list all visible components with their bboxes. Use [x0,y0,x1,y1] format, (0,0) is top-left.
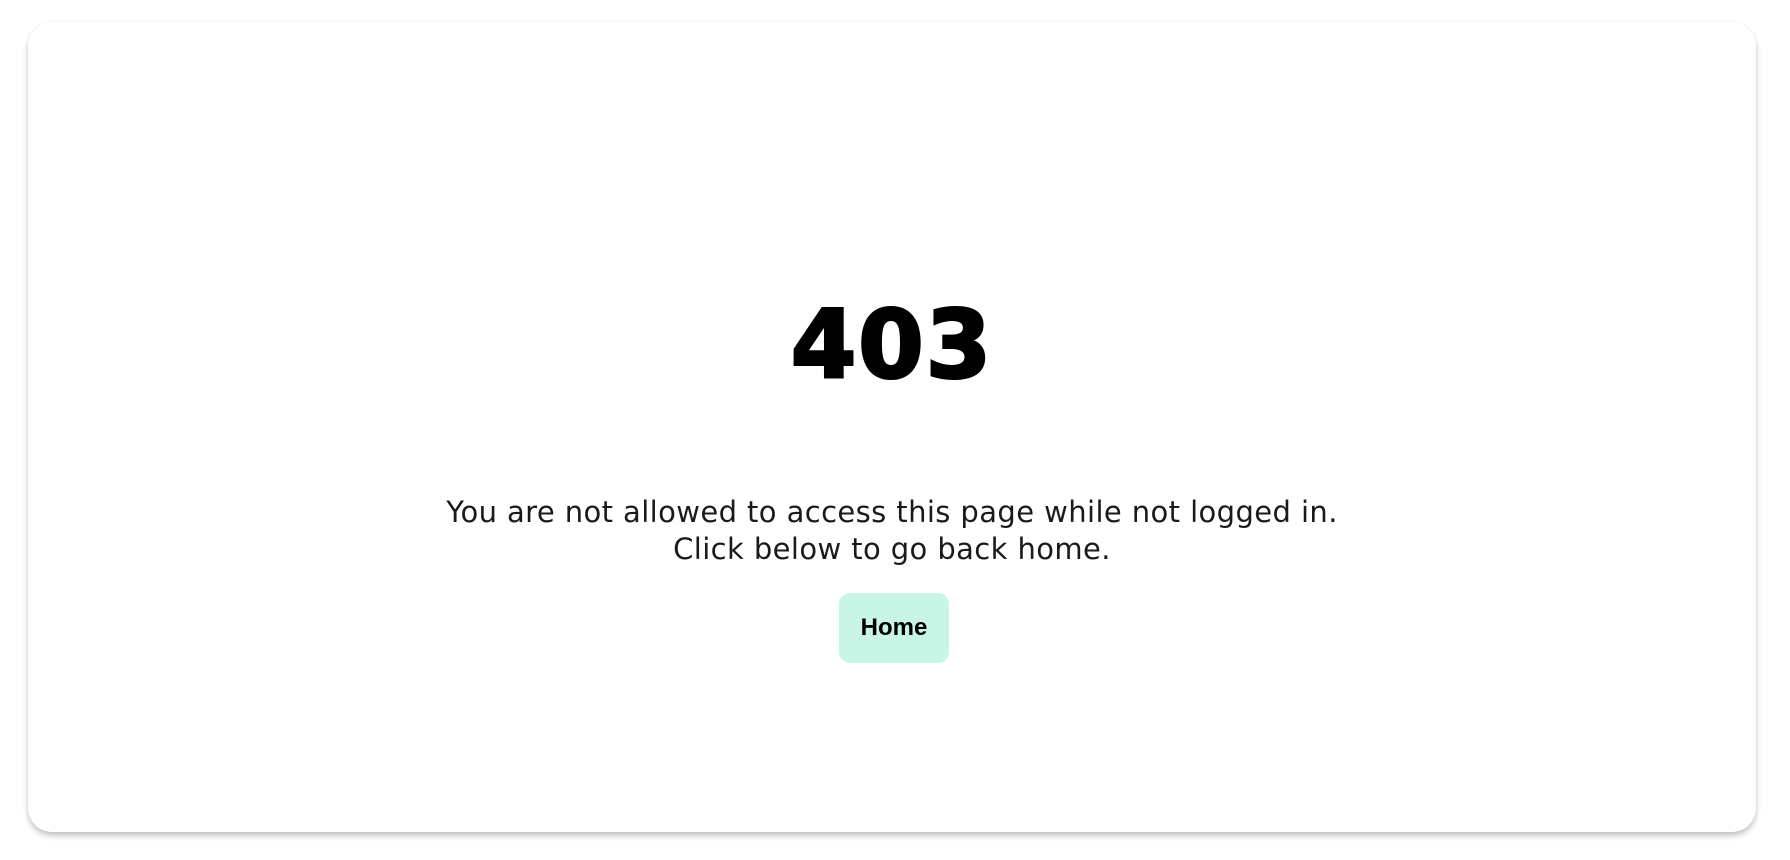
error-message-line-2: Click below to go back home. [673,532,1111,566]
error-message-line-1: You are not allowed to access this page … [446,495,1338,529]
error-message: You are not allowed to access this page … [28,494,1756,568]
home-button[interactable]: Home [839,593,949,663]
error-card: 403 You are not allowed to access this p… [28,22,1756,832]
error-code-heading: 403 [789,291,994,400]
